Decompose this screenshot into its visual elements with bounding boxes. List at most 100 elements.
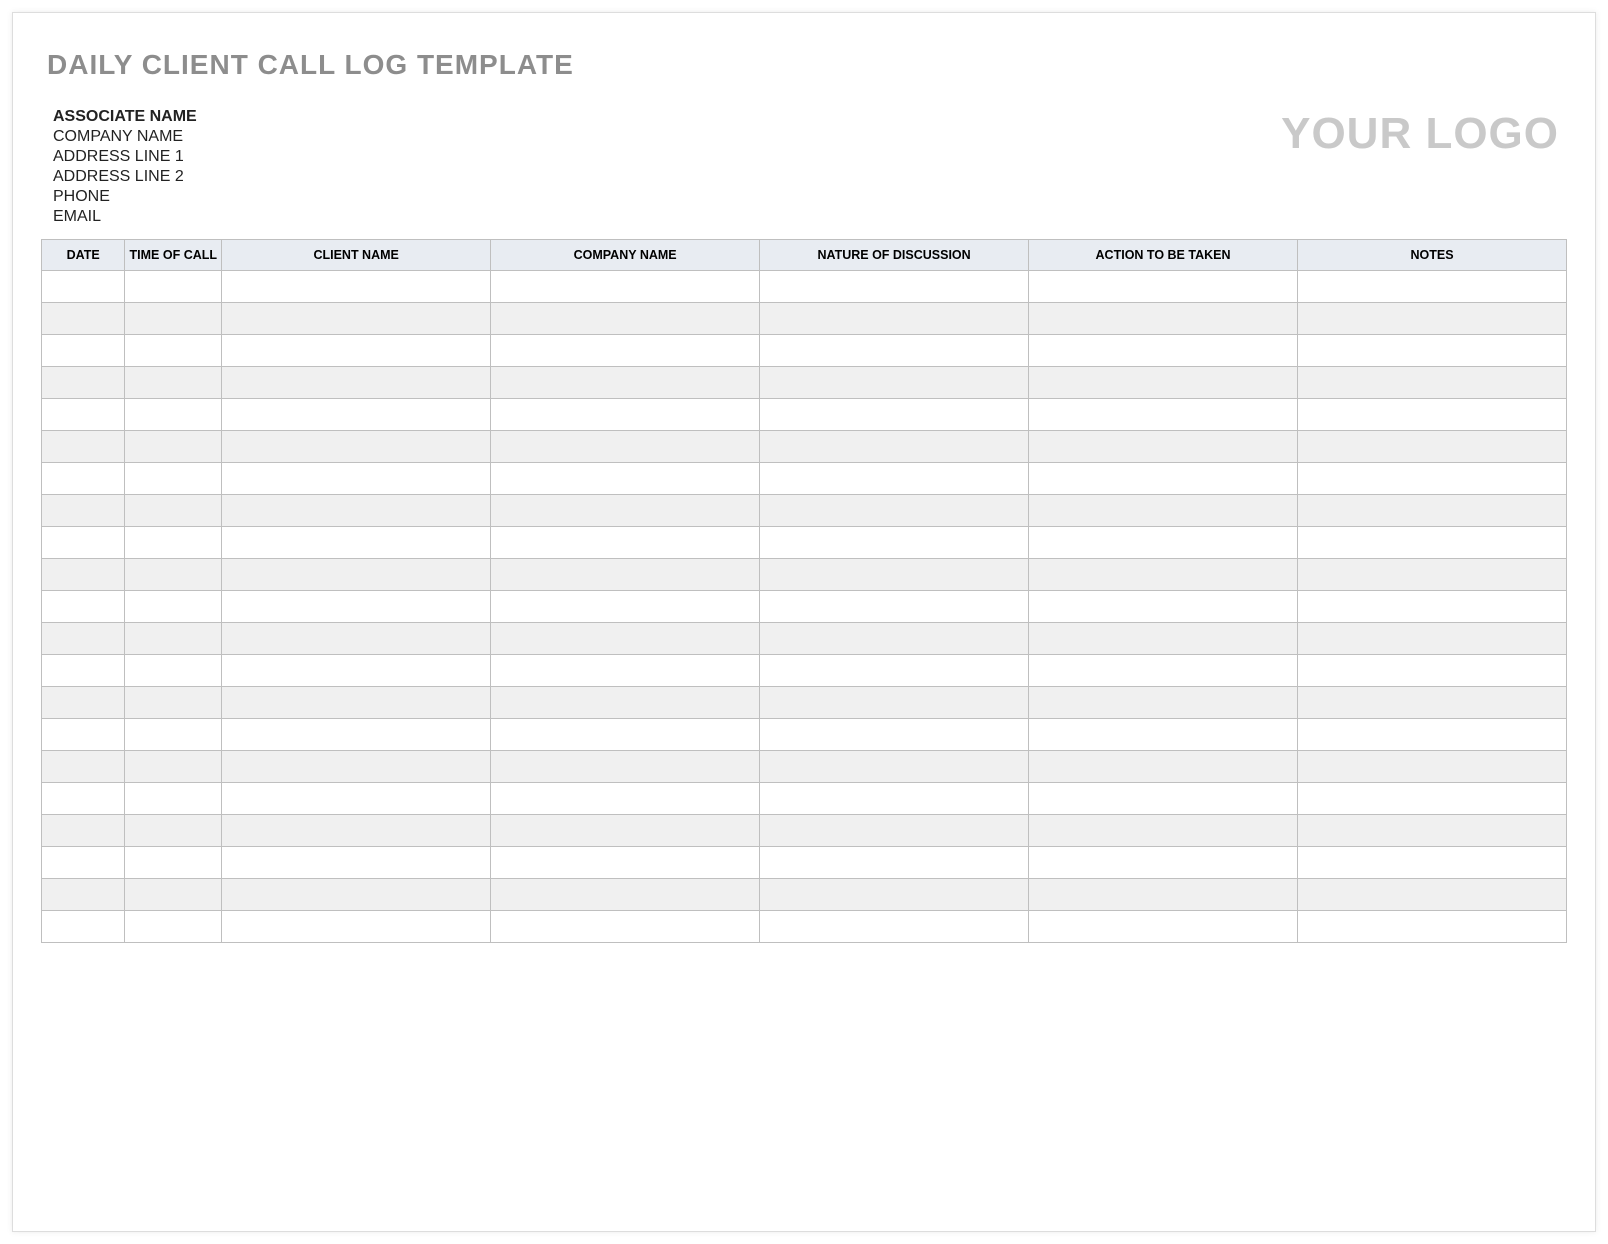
table-cell[interactable] bbox=[491, 399, 760, 431]
table-cell[interactable] bbox=[1298, 271, 1567, 303]
table-cell[interactable] bbox=[1029, 463, 1298, 495]
table-cell[interactable] bbox=[1029, 399, 1298, 431]
table-cell[interactable] bbox=[222, 719, 491, 751]
table-cell[interactable] bbox=[222, 879, 491, 911]
table-cell[interactable] bbox=[42, 719, 125, 751]
table-cell[interactable] bbox=[491, 847, 760, 879]
table-cell[interactable] bbox=[760, 847, 1029, 879]
table-cell[interactable] bbox=[125, 655, 222, 687]
table-cell[interactable] bbox=[42, 303, 125, 335]
table-cell[interactable] bbox=[42, 911, 125, 943]
table-cell[interactable] bbox=[1029, 335, 1298, 367]
table-cell[interactable] bbox=[1298, 591, 1567, 623]
table-cell[interactable] bbox=[222, 847, 491, 879]
table-cell[interactable] bbox=[125, 335, 222, 367]
table-cell[interactable] bbox=[125, 431, 222, 463]
table-cell[interactable] bbox=[491, 367, 760, 399]
table-cell[interactable] bbox=[222, 399, 491, 431]
table-cell[interactable] bbox=[222, 783, 491, 815]
table-cell[interactable] bbox=[1298, 783, 1567, 815]
table-cell[interactable] bbox=[42, 367, 125, 399]
table-cell[interactable] bbox=[1298, 751, 1567, 783]
table-cell[interactable] bbox=[1298, 911, 1567, 943]
table-cell[interactable] bbox=[760, 559, 1029, 591]
table-cell[interactable] bbox=[1298, 303, 1567, 335]
table-cell[interactable] bbox=[125, 559, 222, 591]
table-cell[interactable] bbox=[42, 591, 125, 623]
table-cell[interactable] bbox=[1029, 271, 1298, 303]
table-cell[interactable] bbox=[222, 911, 491, 943]
table-cell[interactable] bbox=[125, 271, 222, 303]
table-cell[interactable] bbox=[491, 751, 760, 783]
table-cell[interactable] bbox=[1298, 367, 1567, 399]
table-cell[interactable] bbox=[42, 751, 125, 783]
table-cell[interactable] bbox=[125, 367, 222, 399]
table-cell[interactable] bbox=[42, 431, 125, 463]
table-cell[interactable] bbox=[42, 271, 125, 303]
table-cell[interactable] bbox=[222, 687, 491, 719]
table-cell[interactable] bbox=[125, 623, 222, 655]
table-cell[interactable] bbox=[760, 751, 1029, 783]
table-cell[interactable] bbox=[1298, 815, 1567, 847]
table-cell[interactable] bbox=[222, 303, 491, 335]
table-cell[interactable] bbox=[1298, 527, 1567, 559]
table-cell[interactable] bbox=[1029, 303, 1298, 335]
table-cell[interactable] bbox=[491, 815, 760, 847]
table-cell[interactable] bbox=[1029, 495, 1298, 527]
table-cell[interactable] bbox=[760, 527, 1029, 559]
table-cell[interactable] bbox=[222, 463, 491, 495]
table-cell[interactable] bbox=[222, 271, 491, 303]
table-cell[interactable] bbox=[125, 495, 222, 527]
table-cell[interactable] bbox=[125, 847, 222, 879]
table-cell[interactable] bbox=[760, 495, 1029, 527]
table-cell[interactable] bbox=[760, 783, 1029, 815]
table-cell[interactable] bbox=[760, 815, 1029, 847]
table-cell[interactable] bbox=[42, 559, 125, 591]
table-cell[interactable] bbox=[1029, 367, 1298, 399]
table-cell[interactable] bbox=[125, 527, 222, 559]
table-cell[interactable] bbox=[125, 815, 222, 847]
table-cell[interactable] bbox=[1298, 399, 1567, 431]
table-cell[interactable] bbox=[1298, 335, 1567, 367]
table-cell[interactable] bbox=[1029, 815, 1298, 847]
table-cell[interactable] bbox=[491, 271, 760, 303]
table-cell[interactable] bbox=[1029, 431, 1298, 463]
table-cell[interactable] bbox=[222, 495, 491, 527]
table-cell[interactable] bbox=[222, 559, 491, 591]
table-cell[interactable] bbox=[42, 783, 125, 815]
table-cell[interactable] bbox=[222, 623, 491, 655]
table-cell[interactable] bbox=[42, 527, 125, 559]
table-cell[interactable] bbox=[222, 335, 491, 367]
table-cell[interactable] bbox=[1029, 527, 1298, 559]
table-cell[interactable] bbox=[760, 463, 1029, 495]
table-cell[interactable] bbox=[1298, 559, 1567, 591]
table-cell[interactable] bbox=[222, 367, 491, 399]
table-cell[interactable] bbox=[760, 719, 1029, 751]
table-cell[interactable] bbox=[42, 879, 125, 911]
table-cell[interactable] bbox=[491, 783, 760, 815]
table-cell[interactable] bbox=[125, 591, 222, 623]
table-cell[interactable] bbox=[760, 399, 1029, 431]
table-cell[interactable] bbox=[491, 879, 760, 911]
table-cell[interactable] bbox=[42, 495, 125, 527]
table-cell[interactable] bbox=[760, 655, 1029, 687]
table-cell[interactable] bbox=[1298, 719, 1567, 751]
table-cell[interactable] bbox=[42, 623, 125, 655]
table-cell[interactable] bbox=[1029, 559, 1298, 591]
table-cell[interactable] bbox=[760, 303, 1029, 335]
table-cell[interactable] bbox=[125, 687, 222, 719]
table-cell[interactable] bbox=[1298, 463, 1567, 495]
table-cell[interactable] bbox=[42, 399, 125, 431]
table-cell[interactable] bbox=[42, 687, 125, 719]
table-cell[interactable] bbox=[125, 751, 222, 783]
table-cell[interactable] bbox=[1298, 655, 1567, 687]
table-cell[interactable] bbox=[222, 655, 491, 687]
table-cell[interactable] bbox=[1029, 591, 1298, 623]
table-cell[interactable] bbox=[222, 431, 491, 463]
table-cell[interactable] bbox=[491, 655, 760, 687]
table-cell[interactable] bbox=[222, 591, 491, 623]
table-cell[interactable] bbox=[1029, 719, 1298, 751]
table-cell[interactable] bbox=[1298, 495, 1567, 527]
table-cell[interactable] bbox=[125, 879, 222, 911]
table-cell[interactable] bbox=[491, 303, 760, 335]
